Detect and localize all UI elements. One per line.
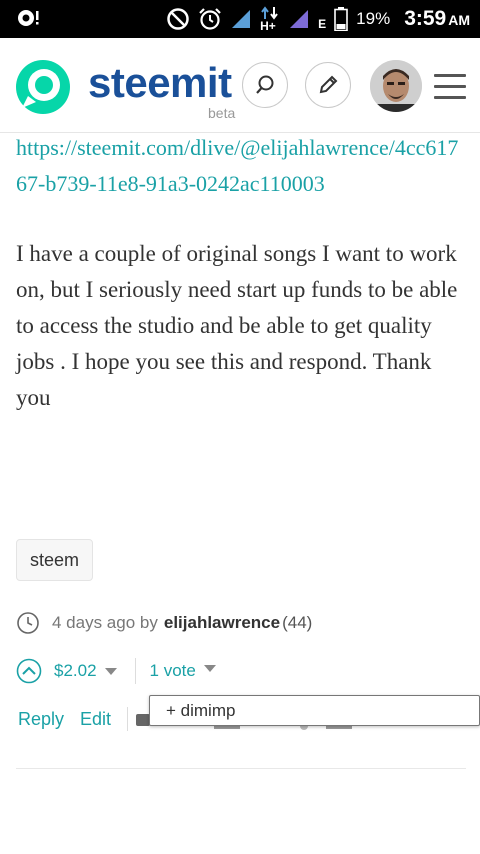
notification-icon — [18, 10, 39, 26]
site-header: steemit beta — [0, 38, 480, 133]
author-reputation: (44) — [282, 613, 313, 632]
network-type-2-label: E — [318, 17, 327, 31]
brand-beta-label: beta — [208, 105, 236, 121]
avatar-image — [370, 60, 422, 112]
vote-divider — [134, 658, 136, 684]
post-author[interactable]: elijahlawrence — [164, 613, 280, 633]
upvote-icon[interactable] — [16, 658, 42, 684]
search-icon — [256, 75, 274, 94]
payout-dropdown-icon[interactable] — [104, 667, 117, 675]
divider-line — [16, 768, 466, 769]
post-link[interactable]: https://steemit.com/dlive/@elijahlawrenc… — [16, 130, 468, 202]
post-content: https://steemit.com/dlive/@elijahlawrenc… — [16, 130, 468, 416]
alarm-icon — [199, 8, 221, 30]
vote-row: $2.02 1 vote — [16, 656, 216, 686]
vote-count[interactable]: 1 vote — [150, 661, 196, 681]
user-avatar[interactable] — [370, 60, 422, 112]
network-type-icon: H+ — [260, 4, 280, 34]
write-post-button[interactable] — [305, 62, 351, 108]
voters-popup[interactable]: + dimimp — [149, 695, 480, 726]
reply-button[interactable]: Reply — [18, 709, 64, 730]
actions-divider — [127, 707, 129, 731]
voter-entry[interactable]: + dimimp — [166, 701, 235, 721]
voters-dropdown-icon[interactable] — [203, 664, 216, 672]
post-body: I have a couple of original songs I want… — [16, 241, 458, 410]
brand-name[interactable]: steemit — [88, 62, 232, 104]
edit-button[interactable]: Edit — [80, 709, 111, 730]
clock-icon — [17, 612, 39, 634]
post-actions: Reply Edit — [18, 706, 129, 732]
post-meta: 4 days ago by elijahlawrence (44) — [16, 610, 312, 636]
battery-icon — [334, 7, 348, 31]
hamburger-menu-icon[interactable] — [434, 74, 466, 100]
network-type-label: H+ — [260, 19, 276, 33]
clock-time: 3:59 — [404, 7, 447, 30]
pencil-icon — [319, 75, 338, 94]
battery-percent: 19% — [356, 9, 391, 28]
do-not-disturb-icon — [167, 8, 189, 30]
status-bar: H+ E 19% 3:59 AM — [0, 0, 480, 38]
post-time-ago: 4 days ago by — [52, 613, 158, 632]
steemit-logo-icon[interactable] — [14, 58, 72, 116]
signal-2-icon — [290, 10, 309, 28]
post-payout[interactable]: $2.02 — [54, 661, 97, 681]
clock-ampm: AM — [448, 12, 470, 28]
signal-icon — [232, 10, 251, 28]
search-button[interactable] — [242, 62, 288, 108]
tag-steem[interactable]: steem — [16, 539, 94, 581]
